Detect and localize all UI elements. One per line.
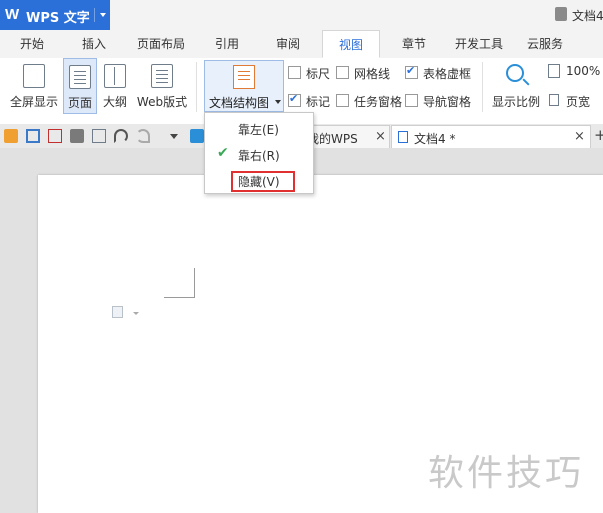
undo-icon[interactable] xyxy=(114,129,128,143)
outline-view-label: 大纲 xyxy=(102,95,127,109)
chevron-down-icon[interactable] xyxy=(133,312,139,315)
gridlines-label: 网格线 xyxy=(354,67,391,81)
outline-view-button[interactable]: 大纲 xyxy=(98,58,132,114)
tab-page-layout[interactable]: 页面布局 xyxy=(130,30,192,58)
page-view-button[interactable]: 页面 xyxy=(63,58,97,114)
wps-app-menu-button[interactable]: W WPS 文字 xyxy=(0,0,110,30)
tab-document4-label: 文档4 * xyxy=(414,132,456,146)
ribbon-divider xyxy=(482,62,483,112)
document-page[interactable]: 软件技巧 xyxy=(38,175,603,513)
app-menu-dropdown-icon[interactable] xyxy=(94,8,111,22)
document-title: 文档4 xyxy=(572,9,603,23)
page-width-icon xyxy=(549,94,559,106)
document-icon xyxy=(398,131,408,143)
tab-developer[interactable]: 开发工具 xyxy=(448,30,510,58)
close-icon[interactable]: × xyxy=(574,129,585,144)
print-icon[interactable] xyxy=(70,129,84,143)
page-corner-mark xyxy=(194,268,195,298)
chevron-down-icon[interactable] xyxy=(275,100,281,104)
task-pane-label: 任务窗格 xyxy=(354,95,403,109)
table-gridlines-check-box[interactable] xyxy=(405,64,418,79)
document-workspace: 软件技巧 xyxy=(0,148,603,513)
fullscreen-label: 全屏显示 xyxy=(9,95,58,109)
web-layout-icon xyxy=(151,64,173,88)
print-preview-icon[interactable] xyxy=(92,129,106,143)
page-width-label: 页宽 xyxy=(566,95,591,109)
zoom-label: 显示比例 xyxy=(492,95,541,109)
tab-review[interactable]: 审阅 xyxy=(266,30,310,58)
fullscreen-icon xyxy=(23,64,45,88)
redo-icon[interactable] xyxy=(136,129,150,143)
menu-tab-bar: 开始 插入 页面布局 引用 审阅 视图 章节 开发工具 云服务 xyxy=(0,30,603,59)
zoom-100-label: 100% xyxy=(566,64,601,78)
document-icon xyxy=(555,7,567,21)
tab-cloud[interactable]: 云服务 xyxy=(520,30,570,58)
tab-insert[interactable]: 插入 xyxy=(72,30,116,58)
marks-check-box[interactable] xyxy=(288,92,301,107)
tab-chapter[interactable]: 章节 xyxy=(392,30,436,58)
open-folder-icon[interactable] xyxy=(4,129,18,143)
page-view-label: 页面 xyxy=(67,96,92,110)
document-map-icon xyxy=(233,65,255,89)
title-bar: W WPS 文字 文档4 xyxy=(0,0,603,30)
save-icon[interactable] xyxy=(26,129,40,143)
wps-logo-icon: W xyxy=(5,6,20,23)
menu-item-align-left[interactable]: 靠左(E) xyxy=(205,117,313,141)
zoom-100-icon xyxy=(548,64,560,78)
web-layout-label: Web版式 xyxy=(136,95,188,109)
table-gridlines-label: 表格虚框 xyxy=(423,67,472,81)
document-map-label: 文档结构图 xyxy=(209,96,270,110)
new-tab-plus-icon[interactable]: + xyxy=(594,126,603,144)
export-pdf-icon[interactable] xyxy=(48,129,62,143)
highlight-annotation-box xyxy=(231,171,295,192)
ribbon-divider xyxy=(196,62,197,112)
customize-toolbar-chevron-icon[interactable] xyxy=(170,134,178,139)
cube-icon[interactable] xyxy=(190,129,204,143)
tab-view[interactable]: 视图 xyxy=(322,30,380,58)
task-pane-check-box[interactable] xyxy=(336,94,349,107)
checkmark-icon: ✔ xyxy=(217,145,229,161)
ruler-check-box[interactable] xyxy=(288,66,301,79)
page-corner-mark xyxy=(164,297,194,298)
watermark-text: 软件技巧 xyxy=(428,453,585,494)
nav-pane-label: 导航窗格 xyxy=(423,95,472,109)
magnifier-icon xyxy=(506,64,524,82)
paragraph-handle-icon[interactable] xyxy=(112,306,123,318)
fullscreen-button[interactable]: 全屏显示 xyxy=(4,58,64,114)
menu-item-align-right[interactable]: ✔ 靠右(R) xyxy=(205,143,313,167)
gridlines-check-box[interactable] xyxy=(336,66,349,79)
close-icon[interactable]: × xyxy=(375,129,386,144)
menu-item-label: 靠左(E) xyxy=(238,123,279,137)
marks-label: 标记 xyxy=(306,95,331,109)
page-view-icon xyxy=(69,65,91,89)
outline-view-icon xyxy=(104,64,126,88)
tab-home[interactable]: 开始 xyxy=(10,30,54,58)
document-map-button[interactable]: 文档结构图 xyxy=(204,60,284,112)
web-layout-button[interactable]: Web版式 xyxy=(134,58,190,114)
app-name: WPS 文字 xyxy=(26,11,90,26)
ruler-label: 标尺 xyxy=(306,67,331,81)
nav-pane-check-box[interactable] xyxy=(405,94,418,107)
document-map-dropdown: 靠左(E) ✔ 靠右(R) 隐藏(V) xyxy=(204,112,314,194)
tab-references[interactable]: 引用 xyxy=(205,30,249,58)
tab-document4[interactable]: 文档4 * × xyxy=(391,125,591,148)
tab-my-wps-label: 我的WPS xyxy=(307,132,358,146)
menu-item-label: 靠右(R) xyxy=(238,149,280,163)
